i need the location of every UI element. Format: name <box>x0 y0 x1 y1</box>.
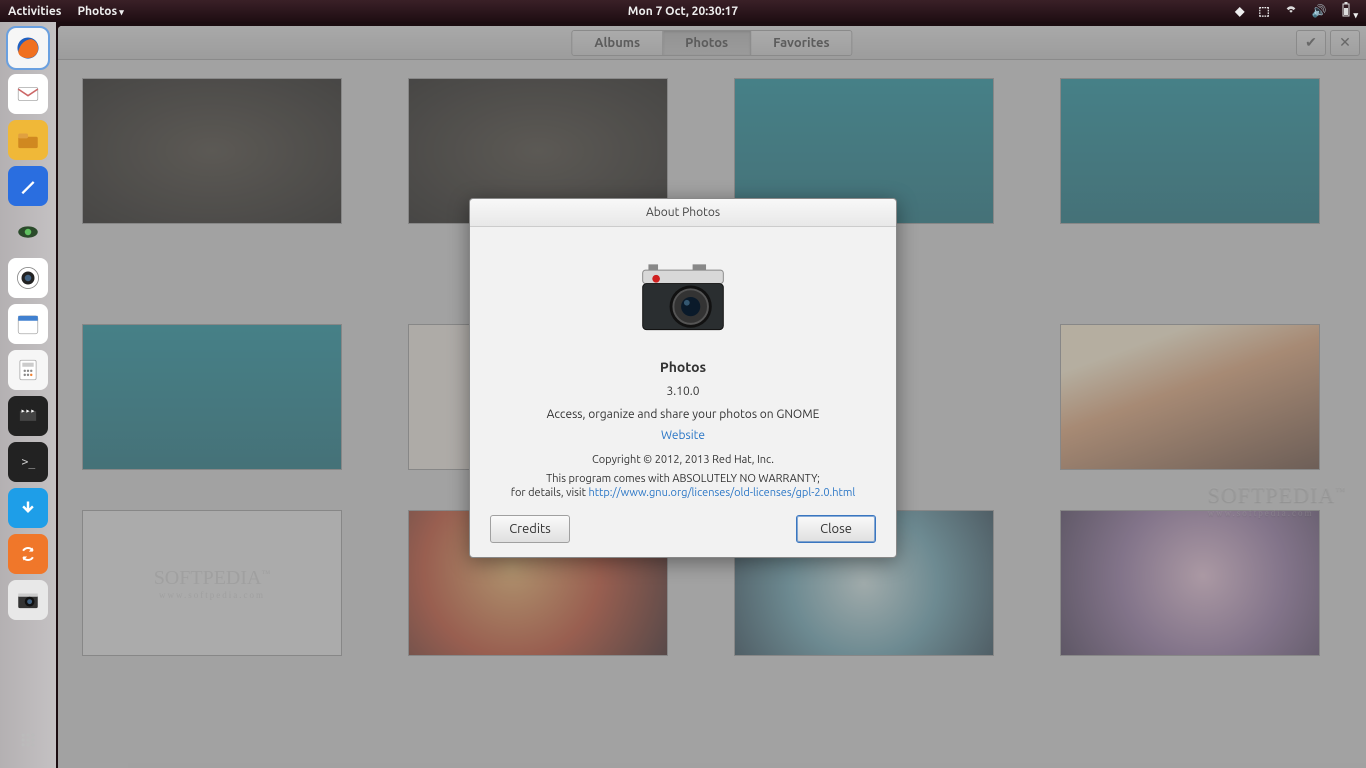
terminal-icon[interactable]: >_ <box>8 442 48 482</box>
firefox-icon[interactable] <box>8 28 48 68</box>
calendar-icon[interactable] <box>8 304 48 344</box>
about-dialog: About Photos Photos 3.10.0 Access, organ… <box>469 198 897 558</box>
sync-icon[interactable] <box>8 534 48 574</box>
update-icon[interactable]: ⬚ <box>1258 4 1269 18</box>
apps-grid-icon[interactable] <box>8 720 48 760</box>
eye-icon[interactable] <box>8 212 48 252</box>
dialog-warranty: This program comes with ABSOLUTELY NO WA… <box>490 472 876 501</box>
camera-app-icon[interactable] <box>8 258 48 298</box>
volume-icon[interactable]: 🔊 <box>1312 4 1327 18</box>
top-panel: Activities Photos Mon 7 Oct, 20:30:17 ◆ … <box>0 0 1366 22</box>
launcher-dock: >_ <box>0 22 56 768</box>
dialog-version: 3.10.0 <box>490 385 876 398</box>
battery-icon[interactable] <box>1341 2 1358 21</box>
license-link[interactable]: http://www.gnu.org/licenses/old-licenses… <box>588 487 855 499</box>
app-menu-button[interactable]: Photos <box>77 5 123 18</box>
download-icon[interactable] <box>8 488 48 528</box>
videos-icon[interactable] <box>8 396 48 436</box>
svg-text:>_: >_ <box>22 454 36 468</box>
activities-button[interactable]: Activities <box>8 5 61 18</box>
dialog-description: Access, organize and share your photos o… <box>490 408 876 421</box>
dialog-copyright: Copyright © 2012, 2013 Red Hat, Inc. <box>490 454 876 466</box>
files-icon[interactable] <box>8 120 48 160</box>
mail-icon[interactable] <box>8 74 48 114</box>
calculator-icon[interactable] <box>8 350 48 390</box>
brush-icon[interactable] <box>8 166 48 206</box>
dropbox-icon[interactable]: ◆ <box>1235 4 1244 18</box>
close-button[interactable]: Close <box>796 515 876 543</box>
website-link[interactable]: Website <box>661 429 705 442</box>
credits-button[interactable]: Credits <box>490 515 570 543</box>
dialog-app-name: Photos <box>490 359 876 375</box>
wifi-icon[interactable] <box>1284 4 1298 18</box>
clock[interactable]: Mon 7 Oct, 20:30:17 <box>628 5 738 18</box>
photos-app-icon[interactable] <box>8 580 48 620</box>
camera-icon <box>635 249 731 345</box>
dialog-title: About Photos <box>470 199 896 227</box>
